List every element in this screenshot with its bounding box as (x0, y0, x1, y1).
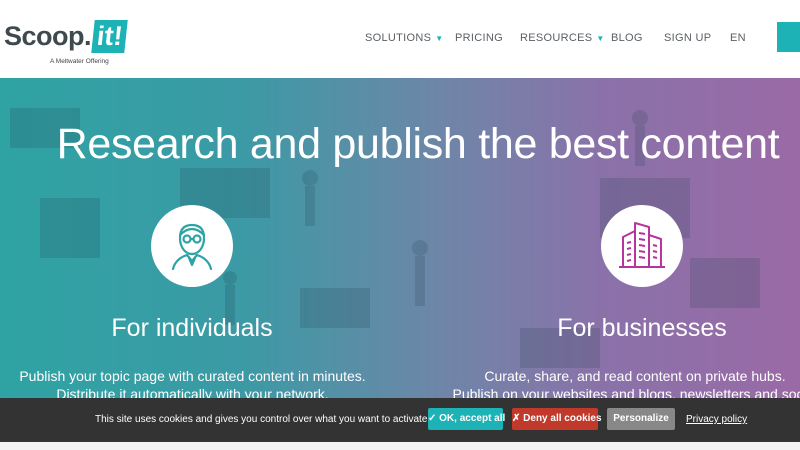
businesses-title: For businesses (557, 314, 727, 342)
logo-tagline: A Meltwater Offering (50, 58, 109, 65)
privacy-policy-link[interactable]: Privacy policy (686, 414, 747, 425)
nav-label: PRICING (455, 32, 503, 44)
accept-all-button[interactable]: ✓ OK, accept all (428, 408, 505, 430)
chevron-down-icon: ▼ (435, 34, 444, 43)
nav-label: SOLUTIONS (365, 32, 432, 44)
personalize-button[interactable]: Personalize (607, 408, 675, 430)
cookie-message: This site uses cookies and gives you con… (95, 414, 428, 425)
nav-label: RESOURCES (520, 32, 593, 44)
nav-label: BLOG (611, 32, 643, 44)
nav-item-signup[interactable]: SIGN UP (664, 32, 711, 44)
header-cta-button[interactable] (777, 22, 800, 52)
hero-section: Research and publish the best content Fo… (0, 78, 800, 450)
person-icon (171, 223, 213, 271)
businesses-text-line1: Curate, share, and read content on priva… (484, 368, 786, 384)
nav-item-pricing[interactable]: PRICING (455, 32, 503, 44)
nav-label: EN (730, 32, 746, 44)
hero-title: Research and publish the best content (56, 120, 780, 168)
businesses-icon-circle (601, 205, 683, 287)
cookie-banner: This site uses cookies and gives you con… (0, 398, 800, 442)
deny-all-button[interactable]: ✗ Deny all cookies (512, 408, 602, 430)
nav-label: SIGN UP (664, 32, 712, 44)
nav-item-solutions[interactable]: SOLUTIONS ▼ (365, 32, 444, 44)
nav-item-language[interactable]: EN (730, 32, 746, 44)
main-nav: SOLUTIONS ▼ PRICING RESOURCES ▼ BLOG SIGN … (0, 32, 800, 46)
individuals-icon-circle (151, 205, 233, 287)
individuals-text-line1: Publish your topic page with curated con… (19, 368, 366, 384)
nav-item-resources[interactable]: RESOURCES ▼ (520, 32, 605, 44)
header: Scoop. it! A Meltwater Offering SOLUTIONS… (0, 0, 800, 78)
buildings-icon (619, 222, 665, 268)
chevron-down-icon: ▼ (596, 34, 605, 43)
nav-item-blog[interactable]: BLOG (611, 32, 643, 44)
page-bottom-strip (0, 442, 800, 450)
individuals-title: For individuals (111, 314, 273, 342)
